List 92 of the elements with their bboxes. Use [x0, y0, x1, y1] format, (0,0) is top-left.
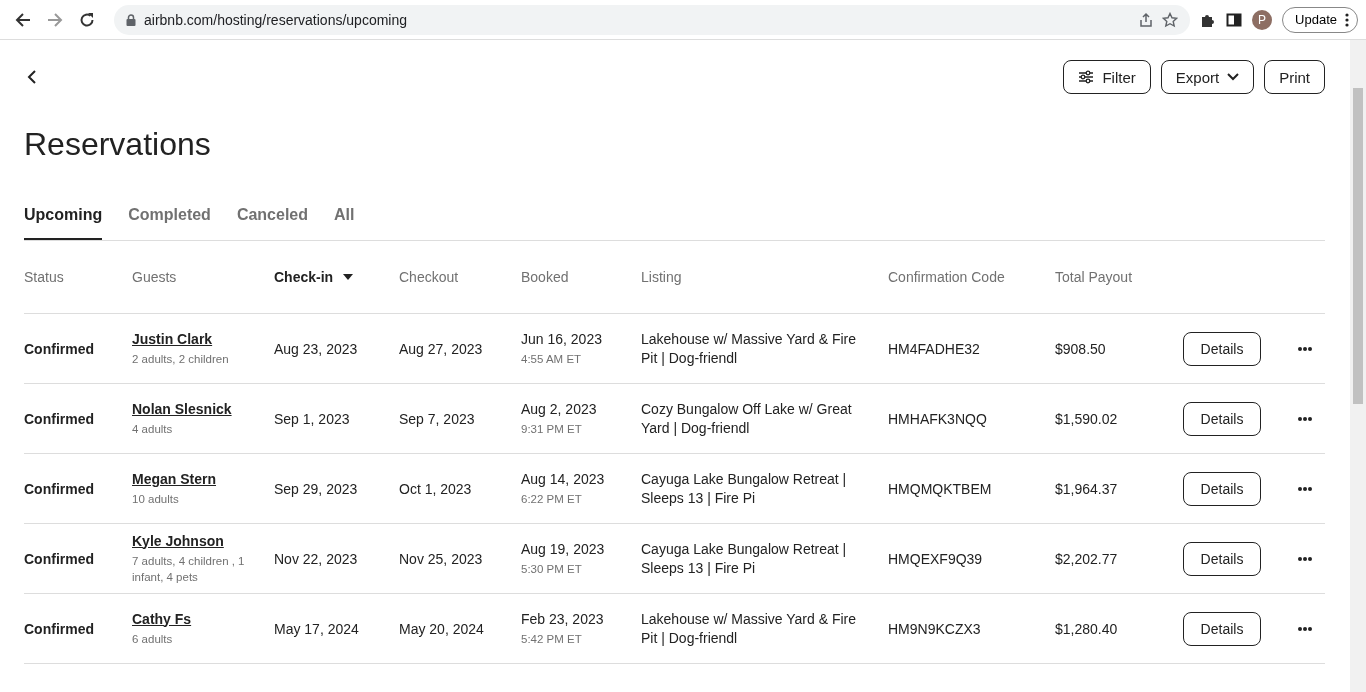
confirmation-code: HMHAFK3NQQ — [888, 410, 988, 427]
confirmation-code: HMQEXF9Q39 — [888, 550, 984, 567]
export-dropdown[interactable]: Export — [1160, 60, 1255, 94]
booked-date: Jun 16, 2023 — [521, 330, 603, 347]
confirmation-code: HMQMQKTBEM — [888, 480, 993, 497]
total-payout: $908.50 — [1055, 340, 1107, 357]
more-options-icon[interactable] — [1297, 485, 1313, 492]
booked-time: 4:55 AM ET — [521, 351, 583, 367]
listing-name: Cayuga Lake Bungalow Retreat | Sleeps 13 | Fire Pi — [641, 469, 848, 508]
more-options-icon[interactable] — [1297, 625, 1313, 632]
listing-name: Cayuga Lake Bungalow Retreat | Sleeps 13 | Fire Pi — [641, 539, 848, 578]
booked-date: Aug 2, 2023 — [521, 400, 598, 417]
column-header: Checkout — [399, 269, 460, 285]
tab[interactable]: Completed — [128, 194, 211, 240]
confirmation-code: HM4FADHE32 — [888, 340, 981, 357]
guest-count: 6 adults — [132, 631, 174, 647]
share-icon[interactable] — [1138, 11, 1155, 28]
column-header: Booked — [521, 269, 570, 285]
booked-time: 9:31 PM ET — [521, 421, 583, 437]
booked-time: 5:42 PM ET — [521, 631, 583, 647]
more-options-icon[interactable] — [1297, 415, 1313, 422]
check-in-date: May 17, 2024 — [274, 620, 360, 637]
details-button[interactable]: Details — [1183, 401, 1261, 436]
status-text: Confirmed — [24, 620, 95, 637]
column-header: Confirmation Code — [888, 269, 1006, 285]
page-title: Reservations — [24, 125, 212, 164]
sort-caret-icon — [343, 274, 354, 280]
checkout-date: Aug 27, 2023 — [399, 340, 484, 357]
more-vertical-icon — [1345, 12, 1349, 27]
guest-name-link[interactable]: Kyle Johnson — [132, 532, 266, 549]
back-arrow-icon[interactable] — [15, 11, 31, 28]
booked-date: Aug 14, 2023 — [521, 470, 606, 487]
filter-button[interactable]: Filter — [1063, 60, 1151, 94]
sliders-icon — [1078, 70, 1095, 84]
sortable-column-header[interactable]: Check-in — [274, 269, 399, 285]
checkout-date: May 20, 2024 — [399, 620, 485, 637]
booked-time: 5:30 PM ET — [521, 561, 583, 577]
tab[interactable]: Upcoming — [24, 194, 103, 240]
more-options-icon[interactable] — [1297, 555, 1313, 562]
guest-count: 4 adults — [132, 421, 174, 437]
guest-name-link[interactable]: Cathy Fs — [132, 610, 266, 627]
booked-time: 6:22 PM ET — [521, 491, 583, 507]
print-button[interactable]: Print — [1264, 60, 1325, 94]
listing-name: Cozy Bungalow Off Lake w/ Great Yard | Dog-friendl — [641, 399, 853, 438]
checkout-date: Sep 7, 2023 — [399, 410, 476, 427]
checkout-date: Oct 1, 2023 — [399, 480, 473, 497]
total-payout: $1,590.02 — [1055, 410, 1119, 427]
address-bar[interactable]: airbnb.com/hosting/reservations/upcoming — [114, 4, 1191, 35]
details-button[interactable]: Details — [1183, 331, 1261, 366]
check-in-date: Nov 22, 2023 — [274, 550, 359, 567]
check-in-date: Sep 1, 2023 — [274, 410, 351, 427]
more-options-icon[interactable] — [1297, 345, 1313, 352]
check-in-date: Aug 23, 2023 — [274, 340, 359, 357]
column-header: Guests — [132, 269, 178, 285]
chevron-down-icon — [1227, 73, 1240, 81]
details-button[interactable]: Details — [1183, 541, 1261, 576]
total-payout: $1,964.37 — [1055, 480, 1119, 497]
url-text: airbnb.com/hosting/reservations/upcoming — [144, 11, 409, 28]
status-text: Confirmed — [24, 550, 95, 567]
forward-arrow-icon[interactable] — [47, 11, 63, 28]
guest-count: 7 adults, 4 children , 1 infant, 4 pets — [132, 553, 246, 585]
status-text: Confirmed — [24, 410, 95, 427]
tab[interactable]: Canceled — [236, 194, 309, 240]
listing-name: Lakehouse w/ Massive Yard & Fire Pit | Dog-friendl — [641, 609, 858, 648]
details-button[interactable]: Details — [1183, 471, 1261, 506]
lock-icon — [126, 13, 136, 26]
guest-count: 10 adults — [132, 491, 180, 507]
guest-name-link[interactable]: Justin Clark — [132, 330, 266, 347]
column-header: Listing — [641, 269, 683, 285]
guest-name-link[interactable]: Nolan Slesnick — [132, 400, 266, 417]
status-text: Confirmed — [24, 480, 95, 497]
listing-name: Lakehouse w/ Massive Yard & Fire Pit | Dog-friendl — [641, 329, 858, 368]
update-button[interactable]: Update — [1282, 6, 1358, 33]
total-payout: $2,202.77 — [1055, 550, 1119, 567]
status-text: Confirmed — [24, 340, 95, 357]
reload-icon[interactable] — [79, 11, 95, 28]
total-payout: $1,280.40 — [1055, 620, 1119, 637]
guest-name-link[interactable]: Megan Stern — [132, 470, 266, 487]
checkout-date: Nov 25, 2023 — [399, 550, 484, 567]
check-in-date: Sep 29, 2023 — [274, 480, 359, 497]
tab[interactable]: All — [334, 194, 355, 240]
confirmation-code: HM9N9KCZX3 — [888, 620, 982, 637]
star-icon[interactable] — [1162, 11, 1179, 28]
details-button[interactable]: Details — [1183, 611, 1261, 646]
booked-date: Aug 19, 2023 — [521, 540, 606, 557]
booked-date: Feb 23, 2023 — [521, 610, 605, 627]
profile-avatar[interactable]: P — [1252, 9, 1273, 30]
scrollbar[interactable] — [1350, 40, 1366, 692]
column-header: Total Payout — [1055, 269, 1134, 285]
guest-count: 2 adults, 2 children — [132, 351, 230, 367]
column-header: Status — [24, 269, 65, 285]
sidebar-icon[interactable] — [1226, 11, 1243, 28]
